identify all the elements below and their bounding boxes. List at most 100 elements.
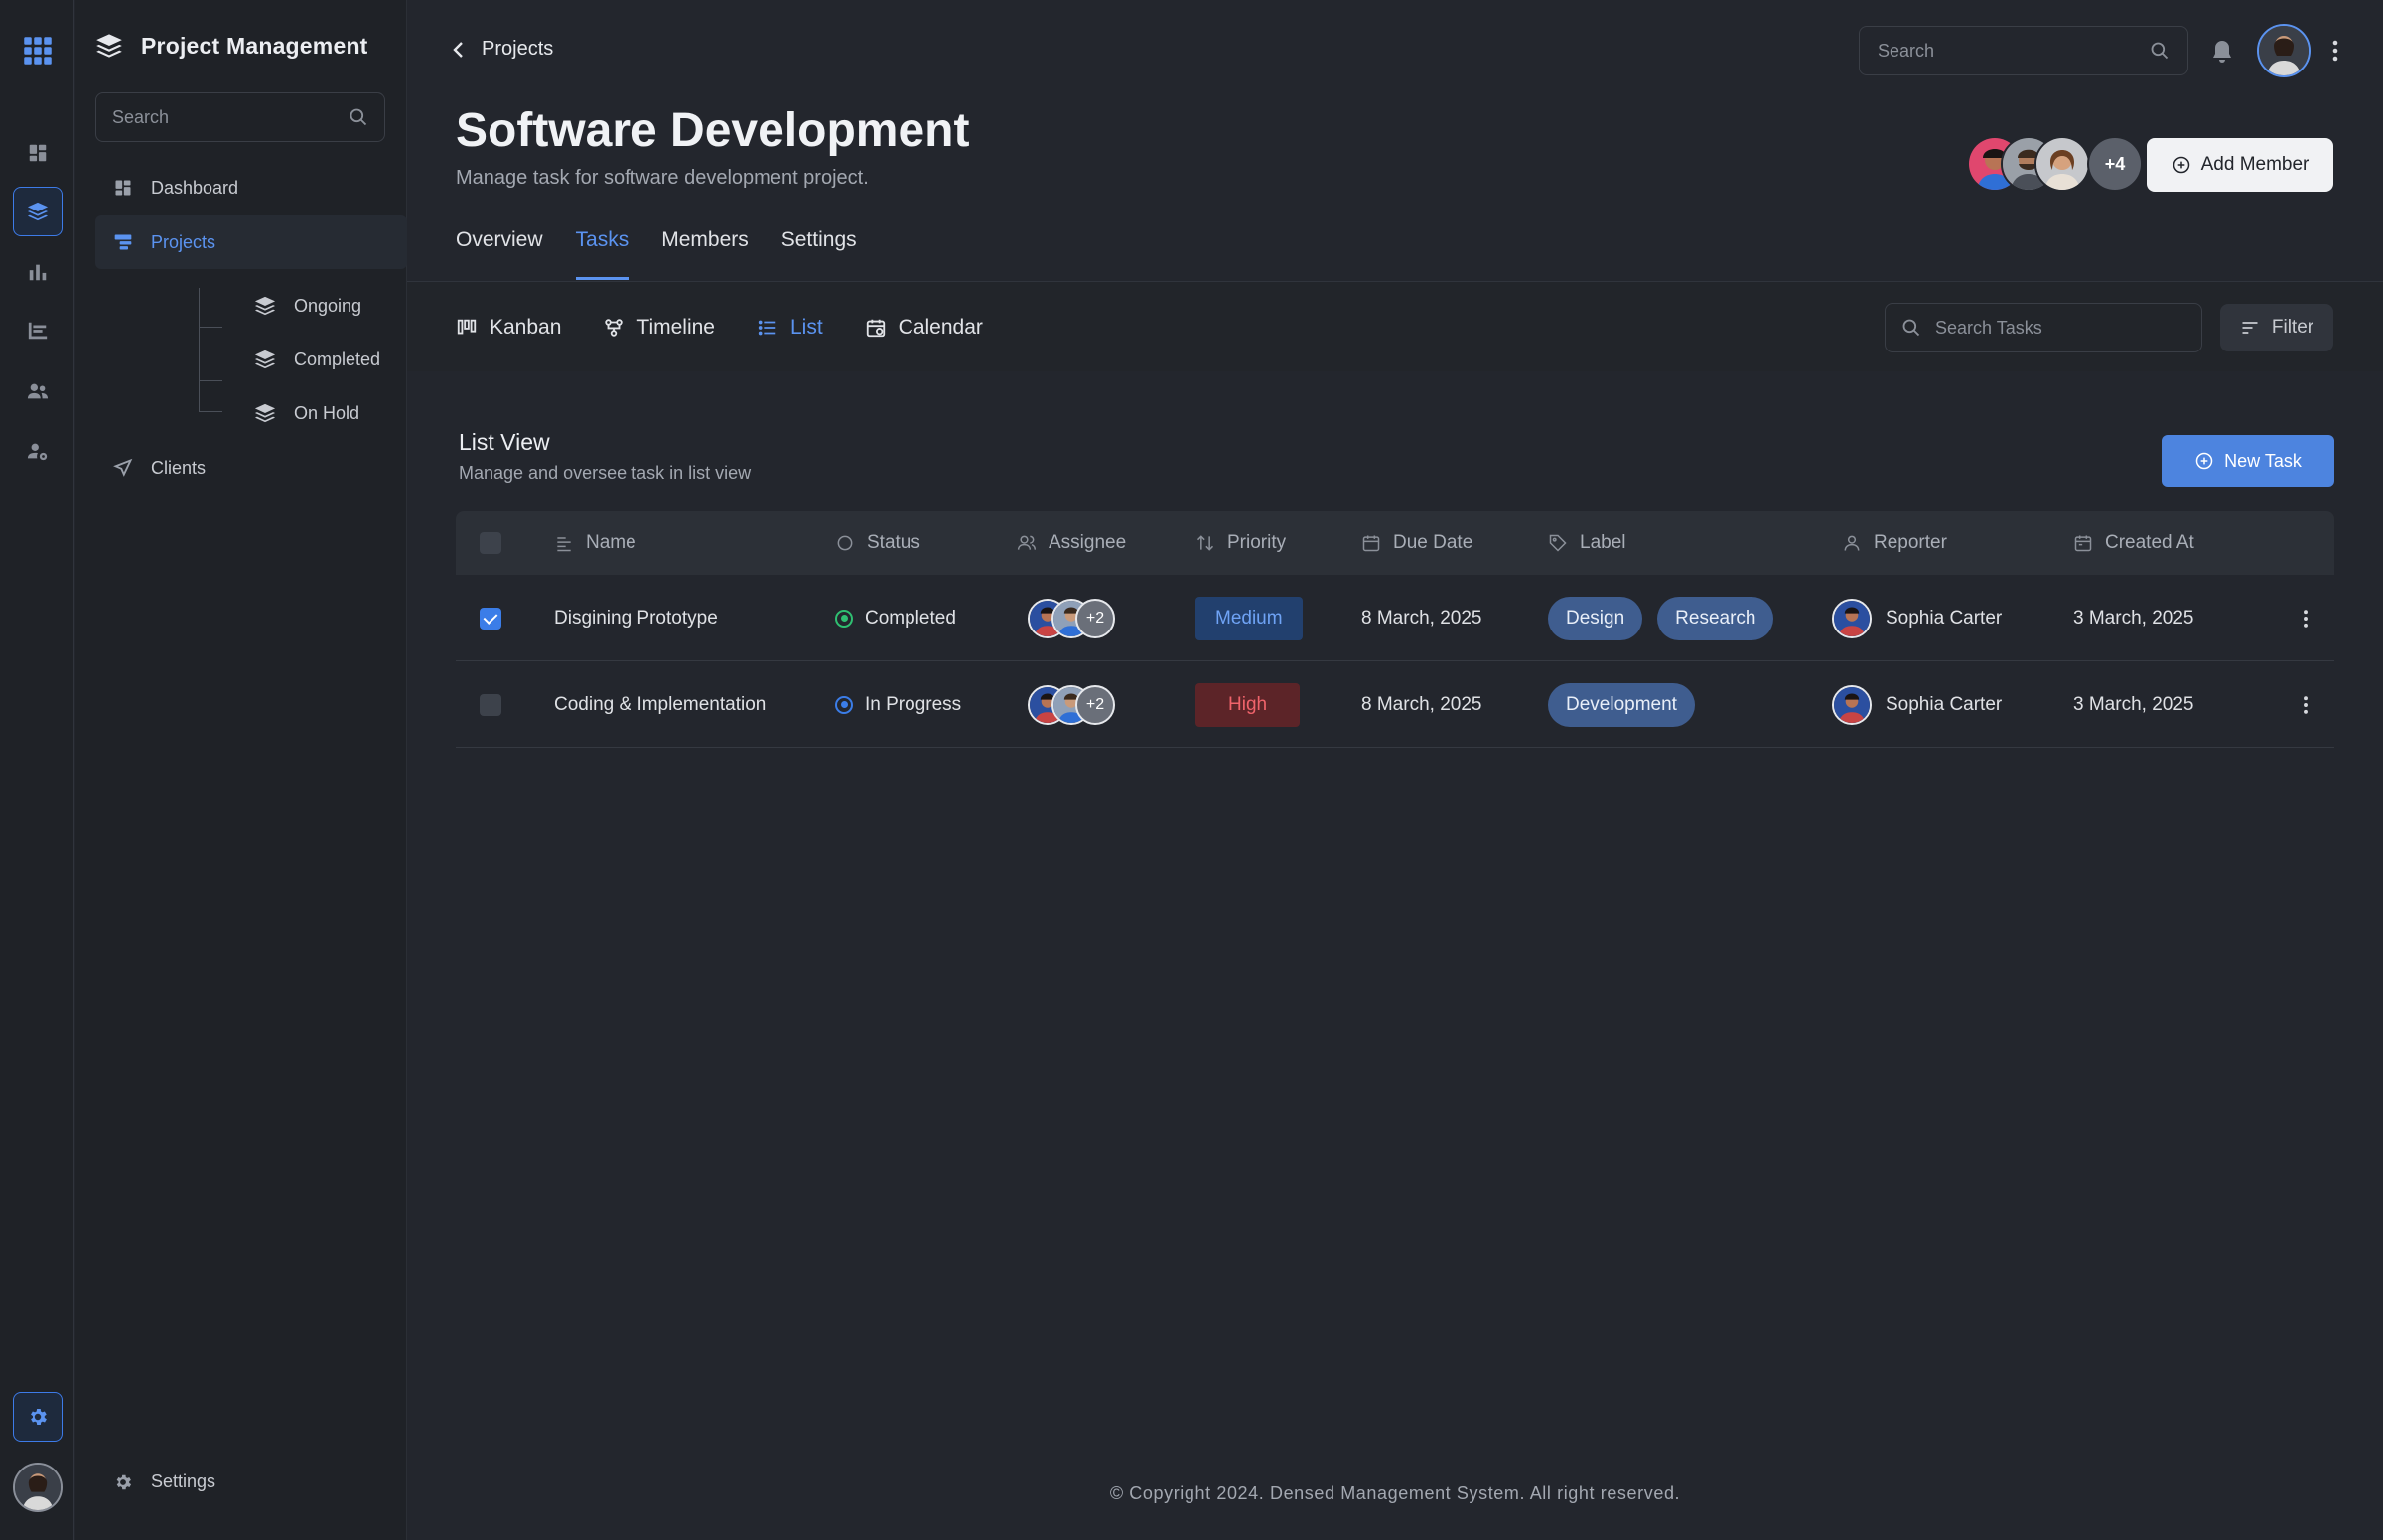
main-content: Projects Search Software Development Man… [407,0,2383,1540]
sidebar-item-dashboard[interactable]: Dashboard [95,161,407,214]
label-tag[interactable]: Design [1548,596,1643,640]
task-name[interactable]: Disgining Prototype [554,575,718,661]
label-tag[interactable]: Research [1657,596,1774,640]
label-tag[interactable]: Development [1548,682,1695,727]
apps-grid-icon[interactable] [13,26,63,75]
member-avatars[interactable]: +4 [1967,136,2143,192]
task-name[interactable]: Coding & Implementation [554,661,766,748]
column-due-date[interactable]: Due Date [1361,511,1472,575]
view-label: Calendar [898,316,983,339]
filter-icon [2242,322,2258,334]
rail-analytics-icon[interactable] [13,247,63,297]
column-assignee[interactable]: Assignee [1017,511,1126,575]
rail-projects-icon[interactable] [13,187,63,236]
column-name[interactable]: Name [554,511,636,575]
task-created-at: 3 March, 2025 [2073,607,2194,629]
settings-label: Settings [151,1471,216,1491]
assignees-more-count: +2 [1075,684,1115,725]
status-label: In Progress [865,693,962,715]
layers-icon [254,296,276,316]
column-created-at[interactable]: Created At [2073,511,2194,575]
calendar-icon [1362,535,1380,552]
sidebar-search-input[interactable]: Search [95,92,385,142]
task-table: Name Status Assignee Priority Due Date L… [456,511,2334,748]
sidebar-subitem-label: Ongoing [294,295,362,316]
status-in-progress-icon [835,695,853,714]
projects-icon [114,234,132,250]
task-due-date: 8 March, 2025 [1361,693,1482,715]
rail-settings-icon[interactable] [13,1392,63,1442]
dashboard-icon [115,180,131,196]
layers-logo-icon [96,34,122,58]
rail-user-avatar[interactable] [13,1463,63,1512]
gear-icon [116,1474,132,1489]
filter-label: Filter [2271,317,2314,338]
task-priority: High [1195,661,1301,748]
task-assignees[interactable]: +2 [1028,575,1117,661]
sidebar-item-projects[interactable]: Projects [95,215,407,269]
task-assignees[interactable]: +2 [1028,661,1117,748]
filter-button[interactable]: Filter [2220,304,2333,351]
column-reporter[interactable]: Reporter [1842,511,1947,575]
search-tasks-input[interactable]: Search Tasks [1885,303,2202,352]
column-status[interactable]: Status [835,511,920,575]
calendar-icon [2074,535,2092,552]
row-checkbox[interactable] [480,661,501,748]
user-icon [1844,535,1860,551]
sidebar-subitem-completed[interactable]: Completed [254,349,380,370]
view-list[interactable]: List [757,316,823,340]
rail-reports-icon[interactable] [13,306,63,355]
row-more-vertical-icon[interactable] [2300,661,2312,748]
task-created-at: 3 March, 2025 [2073,693,2194,715]
task-status: In Progress [835,661,961,748]
rail-team-icon[interactable] [13,366,63,416]
row-checkbox[interactable] [480,575,501,661]
column-label[interactable]: Label [1548,511,1626,575]
sidebar-subitem-on-hold[interactable]: On Hold [254,402,359,424]
search-icon [350,108,367,126]
sidebar-item-clients[interactable]: Clients [95,441,407,494]
column-priority[interactable]: Priority [1195,511,1286,575]
tab-overview[interactable]: Overview [456,228,543,280]
new-task-button[interactable]: New Task [2162,435,2334,487]
tab-settings[interactable]: Settings [781,228,857,280]
table-row[interactable]: Coding & Implementation In Progress +2 H… [456,661,2334,748]
more-vertical-icon[interactable] [2329,38,2341,64]
add-member-label: Add Member [2200,154,2310,175]
status-completed-icon [835,609,853,628]
sidebar-search-placeholder: Search [112,106,170,127]
priority-badge: High [1195,682,1301,727]
timeline-icon [605,319,624,337]
tab-members[interactable]: Members [661,228,749,280]
sidebar-subitem-ongoing[interactable]: Ongoing [254,295,361,317]
user-avatar[interactable] [2257,24,2311,77]
chevron-left-icon [453,41,463,58]
sidebar-subitem-label: On Hold [294,402,360,423]
global-search-input[interactable]: Search [1859,26,2188,75]
row-more-vertical-icon[interactable] [2300,575,2312,661]
column-label: Reporter [1874,532,1947,553]
view-kanban[interactable]: Kanban [456,316,561,340]
bell-icon[interactable] [2210,39,2234,65]
breadcrumb-label: Projects [482,38,554,60]
sidebar-settings[interactable]: Settings [113,1471,215,1492]
plus-circle-icon [2195,452,2213,470]
column-label: Created At [2105,532,2194,553]
table-row[interactable]: Disgining Prototype Completed +2 Medium [456,575,2334,661]
search-icon [2151,42,2169,60]
view-calendar[interactable]: Calendar [865,316,983,340]
member-avatar [2034,136,2090,192]
list-subtitle: Manage and oversee task in list view [459,463,752,483]
select-all-checkbox[interactable] [480,511,501,575]
tab-tasks[interactable]: Tasks [575,228,629,280]
column-label: Due Date [1393,532,1473,553]
add-member-button[interactable]: Add Member [2147,138,2333,192]
rail-dashboard-icon[interactable] [13,128,63,178]
page-title: Software Development [456,104,970,157]
rail-user-settings-icon[interactable] [13,426,63,476]
column-label: Name [586,532,636,553]
column-label: Priority [1227,532,1287,553]
breadcrumb[interactable]: Projects [452,38,553,61]
reporter-name: Sophia Carter [1886,693,2003,715]
view-timeline[interactable]: Timeline [603,316,715,340]
